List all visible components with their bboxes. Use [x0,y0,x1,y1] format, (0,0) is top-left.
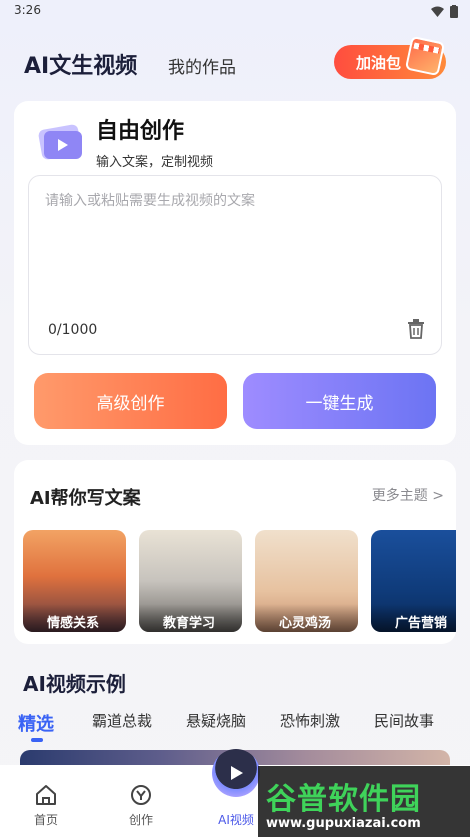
header: AI文生视频 我的作品 加油包 [0,35,470,88]
trash-icon[interactable] [407,319,425,339]
nav-create-label: 创作 [128,813,153,827]
nav-home-label: 首页 [33,813,58,827]
advanced-create-button[interactable]: 高级创作 [34,373,227,429]
tab-horror[interactable]: 恐怖刺激 [280,710,340,736]
free-creation-card: 自由创作 输入文案，定制视频 0/1000 高级创作 一键生成 [14,101,456,445]
active-tab-indicator [31,738,43,742]
tab-ceo[interactable]: 霸道总裁 [92,710,152,736]
char-count: 0/1000 [48,322,98,338]
ai-video-button[interactable] [212,749,260,797]
topic-card-emotion[interactable]: 情感关系 [23,530,126,632]
status-bar: 3:26 [0,0,470,22]
topic-label: 情感关系 [23,604,126,632]
tab-label: 精选 [18,714,54,735]
wifi-icon [431,6,444,17]
example-category-tabs: 精选 霸道总裁 悬疑烧脑 恐怖刺激 民间故事 [18,710,468,742]
topic-card-education[interactable]: 教育学习 [139,530,242,632]
status-time: 3:26 [14,3,41,17]
ai-copy-title: AI帮你写文案 [30,488,141,509]
watermark-url: www.gupuxiazai.com [266,816,421,831]
topic-label: 广告营销 [371,604,456,632]
gift-box-icon [404,35,446,77]
promo-label: 加油包 [356,53,402,72]
status-icons [431,5,458,18]
watermark: 谷普软件园 www.gupuxiazai.com [258,766,470,837]
copy-text-input[interactable] [45,190,425,310]
tab-featured[interactable]: 精选 [18,710,54,742]
create-subtitle: 输入文案，定制视频 [96,155,214,170]
watermark-title: 谷普软件园 [266,782,421,817]
topic-list: 情感关系 教育学习 心灵鸡汤 广告营销 [23,530,456,632]
copy-input-box: 0/1000 [28,175,442,355]
tab-my-works[interactable]: 我的作品 [168,53,236,78]
topic-card-marketing[interactable]: 广告营销 [371,530,456,632]
battery-icon [450,5,458,18]
create-title: 自由创作 [96,119,185,144]
play-icon [231,766,243,780]
create-icon [131,785,151,805]
ai-copywriting-card: AI帮你写文案 更多主题 > 情感关系 教育学习 心灵鸡汤 广告营销 [14,460,456,644]
topic-label: 心灵鸡汤 [255,604,358,632]
home-icon [36,785,56,805]
one-click-generate-button[interactable]: 一键生成 [243,373,436,429]
nav-ai-video-label[interactable]: AI视频 [206,811,266,828]
tab-folk-tales[interactable]: 民间故事 [374,710,434,736]
topic-label: 教育学习 [139,604,242,632]
nav-create[interactable]: 创作 [111,783,171,828]
video-card-icon [38,124,82,160]
examples-title: AI视频示例 [23,672,126,696]
nav-home[interactable]: 首页 [16,783,76,828]
more-topics-link[interactable]: 更多主题 > [372,485,444,505]
tab-mystery[interactable]: 悬疑烧脑 [186,710,246,736]
topic-card-inspiration[interactable]: 心灵鸡汤 [255,530,358,632]
promo-pack-button[interactable]: 加油包 [334,35,446,79]
page-title: AI文生视频 [24,54,138,79]
